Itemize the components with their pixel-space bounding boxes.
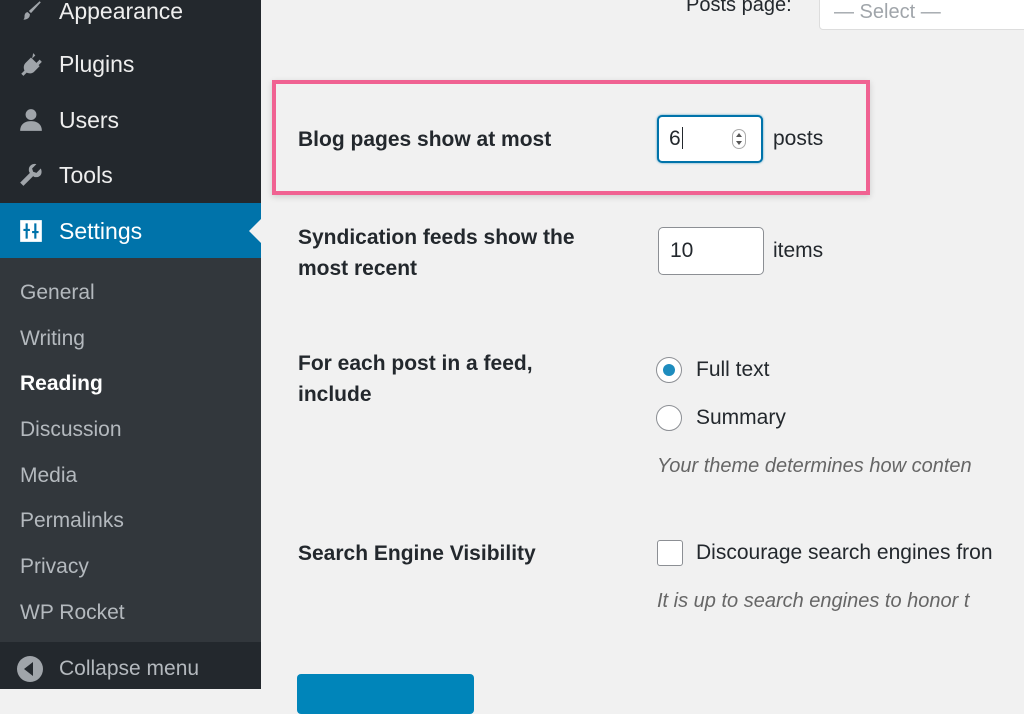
plug-icon xyxy=(16,49,46,79)
full-text-radio[interactable] xyxy=(656,357,682,383)
collapse-menu-label: Collapse menu xyxy=(59,656,200,680)
text-caret xyxy=(681,127,683,149)
syndication-label-line1: Syndication feeds show the xyxy=(298,226,575,249)
menu-item-plugins[interactable]: Plugins xyxy=(0,36,261,92)
menu-item-appearance[interactable]: Appearance xyxy=(0,0,261,39)
wrench-icon xyxy=(16,160,46,190)
save-changes-button[interactable] xyxy=(297,674,474,714)
blog-pages-label: Blog pages show at most xyxy=(298,128,552,151)
menu-item-settings[interactable]: Settings xyxy=(0,203,261,259)
submenu-item-media[interactable]: Media xyxy=(20,461,77,491)
syndication-label-line2: most recent xyxy=(298,257,418,280)
blog-pages-value: 6 xyxy=(669,127,681,150)
discourage-search-engines-checkbox[interactable] xyxy=(657,540,683,566)
user-icon xyxy=(16,105,46,135)
submenu-item-discussion[interactable]: Discussion xyxy=(20,415,122,445)
menu-item-label: Users xyxy=(59,106,120,133)
menu-item-label: Settings xyxy=(59,217,143,244)
submenu-item-writing[interactable]: Writing xyxy=(20,324,85,354)
sliders-icon xyxy=(16,216,46,246)
discourage-search-engines-label[interactable]: Discourage search engines fron xyxy=(696,541,993,565)
feed-label-line1: For each post in a feed, xyxy=(298,352,533,375)
menu-item-label: Appearance xyxy=(59,0,184,24)
paintbrush-icon xyxy=(16,0,46,26)
collapse-menu-button[interactable]: Collapse menu xyxy=(0,648,261,689)
search-engine-visibility-label: Search Engine Visibility xyxy=(298,542,536,565)
full-text-label[interactable]: Full text xyxy=(696,358,770,382)
menu-item-label: Tools xyxy=(59,161,113,188)
settings-submenu: General Writing Reading Discussion Media… xyxy=(0,258,261,642)
feed-label-line2: include xyxy=(298,383,372,406)
blog-pages-input[interactable]: 6 xyxy=(657,115,763,163)
feed-content-label: For each post in a feed, include xyxy=(298,348,533,410)
menu-item-label: Plugins xyxy=(59,50,135,77)
syndication-value: 10 xyxy=(670,239,694,262)
menu-item-users[interactable]: Users xyxy=(0,92,261,148)
syndication-input[interactable]: 10 xyxy=(658,227,764,275)
submenu-item-wp-rocket[interactable]: WP Rocket xyxy=(20,598,125,628)
syndication-label: Syndication feeds show the most recent xyxy=(298,222,575,284)
syndication-unit: items xyxy=(773,239,824,262)
summary-label[interactable]: Summary xyxy=(696,406,786,430)
blog-pages-unit: posts xyxy=(773,127,824,150)
summary-radio[interactable] xyxy=(656,405,682,431)
submenu-item-reading[interactable]: Reading xyxy=(20,369,103,399)
number-spinner[interactable] xyxy=(732,129,746,149)
search-engine-description: It is up to search engines to honor t xyxy=(657,590,970,612)
collapse-arrow-icon xyxy=(17,655,43,682)
submenu-item-privacy[interactable]: Privacy xyxy=(20,552,89,582)
submenu-item-general[interactable]: General xyxy=(20,278,95,308)
menu-item-tools[interactable]: Tools xyxy=(0,147,261,203)
posts-page-label: Posts page: xyxy=(686,0,792,16)
reading-settings-form: Posts page: — Select — Blog pages show a… xyxy=(261,0,1024,714)
posts-page-select[interactable]: — Select — xyxy=(819,0,1024,30)
feed-description: Your theme determines how conten xyxy=(657,455,972,477)
admin-sidebar: Appearance Plugins Users Tools Settings … xyxy=(0,0,261,689)
submenu-item-permalinks[interactable]: Permalinks xyxy=(20,506,124,536)
